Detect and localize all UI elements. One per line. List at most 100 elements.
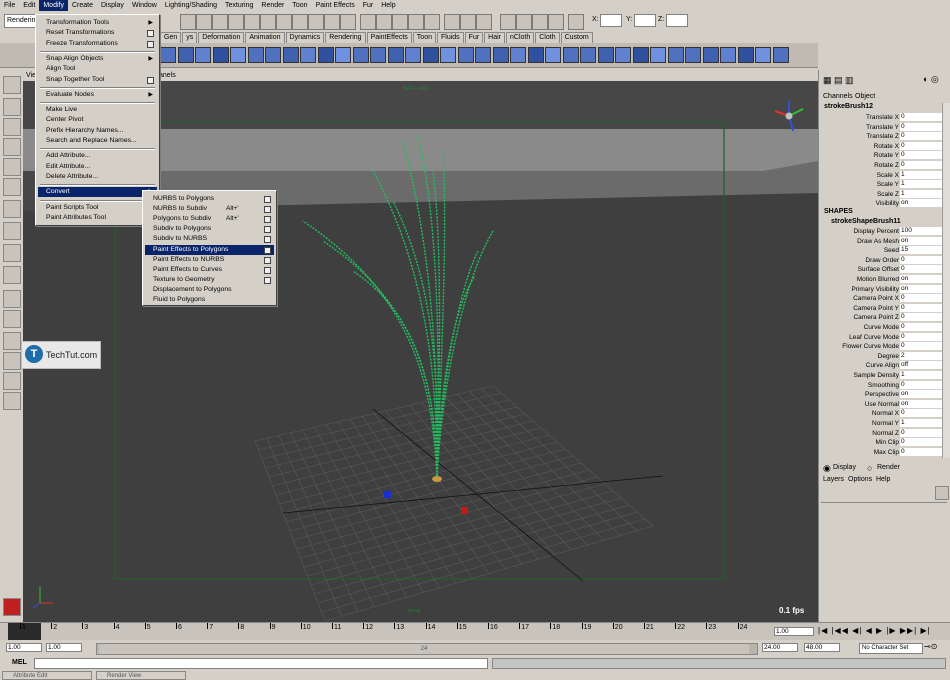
channel-box-layout-icon[interactable]: ▦ ▤ ▥ <box>823 75 854 86</box>
channel-attr-row[interactable]: Scale Z1 <box>819 189 950 200</box>
menu-item-snap-align-objects[interactable]: Snap Align Objects ▶ <box>38 54 157 64</box>
channel-attr-row[interactable]: Curve Align off <box>819 361 950 371</box>
menu-help[interactable]: Help <box>377 0 399 11</box>
playback-start-field[interactable] <box>46 643 82 652</box>
range-handle[interactable]: 24 <box>99 644 749 654</box>
shelf-tab-toon[interactable]: Toon <box>412 32 436 43</box>
status-tool-icon[interactable] <box>260 14 276 30</box>
shelf-tab-gen[interactable]: Gen <box>160 32 182 43</box>
channel-attr-row[interactable]: Scale Y1 <box>819 180 950 190</box>
shelf-tool-icon[interactable] <box>440 47 456 63</box>
menu-item-paint-attributes-tool[interactable]: Paint Attributes Tool <box>38 213 157 223</box>
status-tool-icon[interactable] <box>460 14 476 30</box>
menu-item-subdiv-to-polygons[interactable]: Subdiv to Polygons <box>145 224 274 234</box>
menu-modify[interactable]: Modify <box>39 0 68 11</box>
toolbox-tool-icon[interactable] <box>3 222 21 240</box>
shelf-tool-icon[interactable] <box>615 47 631 63</box>
channel-attr-row[interactable]: Translate Y0 <box>819 122 950 133</box>
channel-attr-row[interactable]: Sample Density 1 <box>819 371 950 381</box>
toolbox-tool-icon[interactable] <box>3 244 21 262</box>
status-tool-icon[interactable] <box>408 14 424 30</box>
status-tool-icon[interactable] <box>324 14 340 30</box>
channel-attr-row[interactable]: Use Normal on <box>819 399 950 410</box>
channel-attr-row[interactable]: Motion Blurred on <box>819 275 950 285</box>
menu-item-prefix-hierarchy-names[interactable]: Prefix Hierarchy Names... <box>38 126 157 136</box>
menu-render[interactable]: Render <box>257 0 288 11</box>
next-key-icon[interactable]: |▶ <box>886 626 896 635</box>
shelf-tool-icon[interactable] <box>160 47 176 63</box>
toolbox-tool-icon[interactable] <box>3 372 21 390</box>
status-tool-icon[interactable] <box>360 14 376 30</box>
menu-item-subdiv-to-nurbs[interactable]: Subdiv to NURBS <box>145 234 274 244</box>
option-box-icon[interactable] <box>264 246 271 254</box>
step-forward-icon[interactable]: ▶▶| <box>900 626 917 635</box>
channel-attr-row[interactable]: Flower Curve Mode 0 <box>819 342 950 352</box>
menu-lighting-shading[interactable]: Lighting/Shading <box>161 0 221 11</box>
channel-box-settings-icon[interactable]: ◐ ◎ <box>923 74 939 85</box>
y-field[interactable] <box>634 14 656 27</box>
channel-attr-row[interactable]: Normal Y1 <box>819 419 950 429</box>
x-field[interactable] <box>600 14 622 27</box>
display-radio[interactable]: ◉ <box>823 463 831 474</box>
viewport-menu-panels[interactable]: anels <box>159 72 176 79</box>
shelf-tool-icon[interactable] <box>737 47 754 63</box>
layer-menu-help[interactable]: Help <box>876 476 890 483</box>
menu-edit[interactable]: Edit <box>19 0 39 11</box>
toolbox-tool-icon[interactable] <box>3 98 21 116</box>
option-box-icon[interactable] <box>264 206 271 214</box>
shelf-tool-icon[interactable] <box>405 47 421 63</box>
status-tool-icon[interactable] <box>548 14 564 30</box>
prev-key-icon[interactable]: ◀| <box>852 626 862 635</box>
status-tool-icon[interactable] <box>424 14 440 30</box>
toolbox-tool-icon[interactable] <box>3 158 21 176</box>
menu-item-make-live[interactable]: Make Live <box>38 105 157 115</box>
option-box-icon[interactable] <box>264 196 271 203</box>
menu-item-paint-effects-to-curves[interactable]: Paint Effects to Curves <box>145 265 274 275</box>
menuset-dropdown[interactable]: Rendering <box>4 14 39 28</box>
toolbox-tool-icon[interactable] <box>3 178 21 196</box>
status-tool-icon[interactable] <box>276 14 292 30</box>
channel-attr-row[interactable]: Curve Mode 0 <box>819 323 950 333</box>
status-tool-icon[interactable] <box>392 14 408 30</box>
menu-item-fluid-to-polygons[interactable]: Fluid to Polygons <box>145 295 274 305</box>
channel-attr-row[interactable]: Scale X1 <box>819 170 950 181</box>
channel-box-toggle-icons[interactable] <box>900 14 946 28</box>
red-manipulator[interactable] <box>461 507 468 514</box>
shelf-tab-dynamics[interactable]: Dynamics <box>285 32 325 43</box>
go-to-start-icon[interactable]: |◀ <box>818 626 828 635</box>
status-tool-icon[interactable] <box>340 14 356 30</box>
shelf-tab-painteffects[interactable]: PaintEffects <box>366 32 412 43</box>
shelf-tool-icon[interactable] <box>632 47 649 63</box>
render-view-task[interactable]: Render View <box>96 671 186 680</box>
autokey-icon[interactable]: ⊸⊙ <box>924 642 937 651</box>
channel-attr-row[interactable]: Primary Visibility on <box>819 284 950 295</box>
shelf-tool-icon[interactable] <box>527 47 544 63</box>
option-box-icon[interactable] <box>147 40 154 48</box>
option-box-icon[interactable] <box>264 276 271 284</box>
channel-attr-row[interactable]: Draw As Mesh on <box>819 236 950 247</box>
option-box-icon[interactable] <box>147 76 154 84</box>
z-field[interactable] <box>666 14 688 27</box>
menu-item-evaluate-nodes[interactable]: Evaluate Nodes ▶ <box>38 90 157 100</box>
shelf-tab-animation[interactable]: Animation <box>245 32 285 43</box>
playback-end-field[interactable] <box>762 643 798 652</box>
channel-attr-row[interactable]: Translate X0 <box>819 113 950 123</box>
menu-item-nurbs-to-polygons[interactable]: NURBS to Polygons <box>145 194 274 204</box>
menu-item-center-pivot[interactable]: Center Pivot <box>38 115 157 125</box>
new-layer-icon[interactable] <box>935 486 949 500</box>
shelf-tab-deformation[interactable]: Deformation <box>198 32 245 43</box>
menu-item-transformation-tools[interactable]: Transformation Tools ▶ <box>38 18 157 28</box>
toolbox-tool-icon[interactable] <box>3 266 21 284</box>
toolbox-tool-icon[interactable] <box>3 310 21 328</box>
option-box-icon[interactable] <box>264 226 271 234</box>
channel-attr-row[interactable]: Max Clip 0 <box>819 447 950 458</box>
shelf-tool-icon[interactable] <box>247 47 264 63</box>
menu-item-displacement-to-polygons[interactable]: Displacement to Polygons <box>145 285 274 295</box>
channel-attr-row[interactable]: Rotate X0 <box>819 141 950 152</box>
status-tool-icon[interactable] <box>212 14 228 30</box>
menu-item-align-tool[interactable]: Align Tool <box>38 64 157 74</box>
channel-attr-row[interactable]: Rotate Y0 <box>819 151 950 161</box>
channel-attr-row[interactable]: Translate Z0 <box>819 132 950 142</box>
status-tool-icon[interactable] <box>180 14 196 30</box>
channel-attr-row[interactable]: Normal Z0 <box>819 428 950 439</box>
